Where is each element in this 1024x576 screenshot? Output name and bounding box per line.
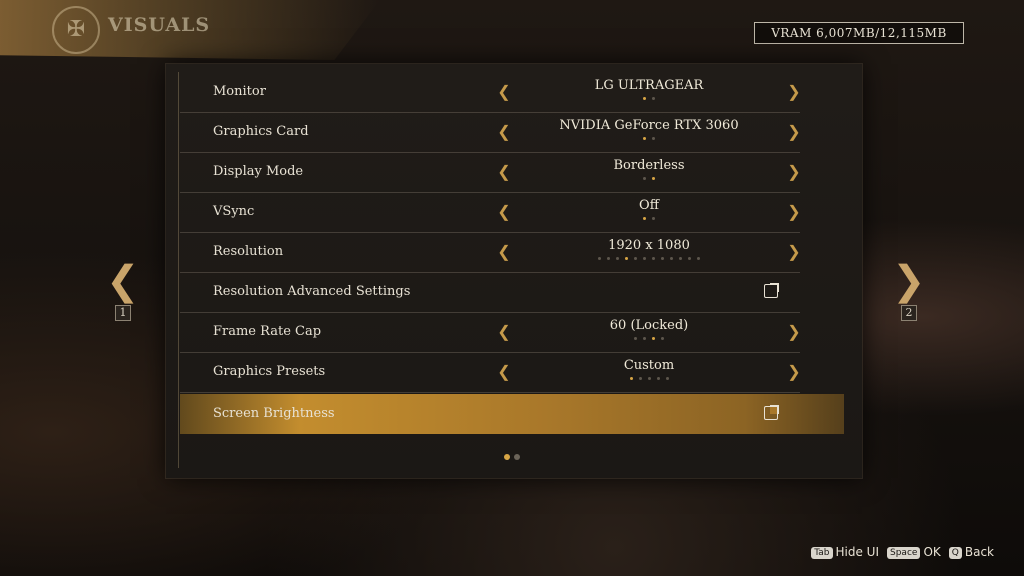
hint-hide-ui[interactable]: Tab Hide UI [811, 545, 879, 559]
option-dot [643, 137, 646, 140]
option-dot [652, 137, 655, 140]
option-dot [607, 257, 610, 260]
chevron-left-icon[interactable]: ❮ [496, 162, 512, 182]
settings-panel: Monitor ❮ LG ULTRAGEAR ❯ Graphics Card ❮ NVIDI… [166, 64, 862, 478]
option-dot [634, 337, 637, 340]
hint-back[interactable]: Q Back [948, 545, 994, 559]
option-dot [670, 257, 673, 260]
setting-label: Monitor [213, 84, 266, 99]
chevron-left-icon[interactable]: ❮ [496, 242, 512, 262]
setting-value: LG ULTRAGEAR [594, 78, 704, 93]
option-dot [634, 257, 637, 260]
key-badge: Q [948, 547, 962, 559]
chevron-right-icon[interactable]: ❯ [786, 322, 802, 342]
hint-label: Hide UI [835, 545, 880, 559]
chevron-right-icon[interactable]: ❯ [786, 242, 802, 262]
setting-label: Resolution Advanced Settings [213, 284, 411, 299]
setting-value: 1920 x 1080 [608, 238, 690, 253]
hint-label: Back [964, 545, 994, 559]
option-dot [625, 257, 628, 260]
pagination-dots [502, 454, 522, 460]
crest-icon: ✠ [52, 6, 100, 54]
key-badge: Tab [811, 547, 833, 559]
option-dot [643, 257, 646, 260]
next-page-number: 2 [901, 305, 917, 321]
setting-label: Graphics Card [213, 124, 309, 139]
option-dots [512, 177, 786, 183]
option-dot [652, 217, 655, 220]
option-dot [629, 377, 633, 380]
chevron-right-icon[interactable]: ❯ [786, 202, 802, 222]
option-dot [647, 377, 651, 380]
option-dot [697, 257, 700, 260]
option-dot [679, 257, 682, 260]
chevron-right-icon[interactable]: ❯ [786, 122, 802, 142]
option-dot [643, 337, 646, 340]
option-dot [652, 257, 655, 260]
option-dots [512, 337, 786, 343]
setting-label: Resolution [213, 244, 284, 259]
setting-value: Custom [623, 358, 675, 373]
option-dot [638, 377, 642, 380]
open-external-icon[interactable] [764, 405, 779, 420]
next-page-arrow-icon[interactable]: ❯ [892, 261, 926, 301]
setting-value: NVIDIA GeForce RTX 3060 [559, 118, 739, 133]
chevron-left-icon[interactable]: ❮ [496, 362, 512, 382]
option-dot [643, 217, 646, 220]
option-dots [512, 257, 786, 263]
option-dots [512, 217, 786, 223]
option-dot [616, 257, 619, 260]
setting-label: Display Mode [213, 164, 304, 179]
chevron-left-icon[interactable]: ❮ [496, 322, 512, 342]
option-dot [656, 377, 660, 380]
setting-row-frame-rate-cap[interactable]: Frame Rate Cap ❮ 60 (Locked) ❯ [180, 312, 802, 353]
setting-row-display-mode[interactable]: Display Mode ❮ Borderless ❯ [180, 152, 802, 193]
setting-label: VSync [213, 204, 255, 219]
setting-label: Frame Rate Cap [213, 324, 322, 339]
setting-row-monitor[interactable]: Monitor ❮ LG ULTRAGEAR ❯ [180, 72, 802, 113]
setting-label: Graphics Presets [213, 364, 326, 379]
setting-value: Off [639, 198, 659, 213]
chevron-right-icon[interactable]: ❯ [786, 162, 802, 182]
option-dot [598, 257, 601, 260]
open-external-icon[interactable] [764, 283, 779, 298]
hint-label: OK [923, 545, 941, 559]
setting-label: Screen Brightness [213, 406, 335, 421]
setting-row-vsync[interactable]: VSync ❮ Off ❯ [180, 192, 802, 233]
setting-row-graphics-card[interactable]: Graphics Card ❮ NVIDIA GeForce RTX 3060 ❯ [180, 112, 802, 153]
page-dot [514, 454, 520, 460]
option-dots [512, 137, 786, 143]
option-dot [652, 177, 655, 180]
option-dot [661, 337, 664, 340]
setting-row-graphics-presets[interactable]: Graphics Presets ❮ Custom ❯ [180, 352, 802, 393]
option-dots [512, 97, 786, 103]
option-dot [643, 97, 646, 100]
setting-value: Borderless [613, 158, 685, 173]
hint-ok[interactable]: Space OK [887, 545, 941, 559]
chevron-right-icon[interactable]: ❯ [786, 362, 802, 382]
option-dot [643, 177, 646, 180]
footer-hints: Tab Hide UI Space OK Q Back [803, 545, 994, 559]
chevron-right-icon[interactable]: ❯ [786, 82, 802, 102]
chevron-left-icon[interactable]: ❮ [496, 82, 512, 102]
previous-page-number: 1 [115, 305, 131, 321]
option-dot [688, 257, 691, 260]
setting-row-screen-brightness[interactable]: Screen Brightness [180, 394, 844, 434]
page-title: VISUALS [108, 14, 211, 36]
option-dot [661, 257, 664, 260]
option-dot [652, 337, 655, 340]
key-badge: Space [887, 547, 921, 559]
page-dot [504, 454, 510, 460]
chevron-left-icon[interactable]: ❮ [496, 202, 512, 222]
setting-value: 60 (Locked) [609, 318, 689, 333]
vram-indicator: VRAM 6,007MB/12,115MB [754, 22, 964, 44]
option-dot [652, 97, 655, 100]
setting-row-resolution-advanced-settings[interactable]: Resolution Advanced Settings [180, 272, 800, 313]
option-dots [512, 377, 786, 383]
setting-row-resolution[interactable]: Resolution ❮ 1920 x 1080 ❯ [180, 232, 802, 273]
chevron-left-icon[interactable]: ❮ [496, 122, 512, 142]
option-dot [665, 377, 669, 380]
previous-page-arrow-icon[interactable]: ❮ [106, 261, 140, 301]
panel-border-line [178, 72, 179, 468]
